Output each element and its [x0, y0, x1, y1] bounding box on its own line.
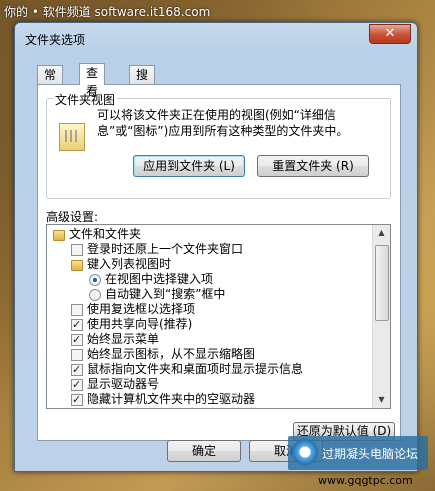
tree-item-label: 始终显示图标，从不显示缩略图 [87, 347, 256, 361]
tree-item[interactable]: 自动键入到“搜索”框中 [47, 287, 373, 302]
tab-general[interactable]: 常规 [37, 65, 64, 100]
dialog-title: 文件夹选项 [25, 33, 86, 47]
folder-icon [53, 230, 65, 241]
checkbox[interactable] [71, 392, 83, 407]
folder-view-group: 文件夹视图 可以将该文件夹正在使用的视图(例如“详细信息”或“图标”)应用到所有… [46, 91, 391, 199]
top-watermark: 你的 • 软件频道 software.it168.com [4, 5, 211, 19]
forum-url: www.gqgtpc.com [318, 474, 413, 487]
tree-item-label: 鼠标指向文件夹和桌面项时显示提示信息 [87, 362, 304, 376]
tree-item-label: 显示驱动器号 [87, 377, 160, 391]
advanced-settings-label: 高级设置: [46, 210, 99, 224]
tree-item[interactable]: 鼠标指向文件夹和桌面项时显示提示信息 [47, 362, 373, 377]
radio-button[interactable] [89, 289, 101, 301]
tree-item[interactable]: 登录时还原上一个文件夹窗口 [47, 242, 373, 257]
tree-item[interactable]: 始终显示菜单 [47, 332, 373, 347]
view-tab-panel: 文件夹视图 可以将该文件夹正在使用的视图(例如“详细信息”或“图标”)应用到所有… [37, 84, 401, 441]
checkbox[interactable] [71, 362, 83, 377]
checkbox[interactable] [71, 244, 83, 256]
checkbox[interactable] [71, 317, 83, 332]
tree-item: 文件和文件夹 [47, 227, 373, 242]
tree-item[interactable]: 隐藏计算机文件夹中的空驱动器 [47, 392, 373, 407]
tree-item-label: 使用共享向导(推荐) [87, 317, 193, 331]
forum-watermark: 过期凝头电脑论坛 [288, 436, 428, 470]
tree-item[interactable]: 使用复选框以选择项 [47, 302, 373, 317]
checkbox[interactable] [71, 377, 83, 392]
tree-item-label: 使用复选框以选择项 [87, 302, 196, 316]
scrollbar-thumb[interactable] [375, 245, 389, 321]
tree-item-label: 在视图中选择键入项 [105, 272, 214, 286]
folder-view-description: 可以将该文件夹正在使用的视图(例如“详细信息”或“图标”)应用到所有这种类型的文… [97, 108, 349, 138]
advanced-settings-list: 文件和文件夹 登录时还原上一个文件夹窗口 键入列表视图时 在视图中选择键入项 自动键入到… [47, 227, 373, 408]
ok-button[interactable]: 确定 [167, 440, 241, 462]
tree-item-label: 键入列表视图时 [87, 257, 172, 271]
forum-watermark-text: 过期凝头电脑论坛 [322, 447, 419, 461]
tree-item-label: 自动键入到“搜索”框中 [105, 287, 226, 301]
tab-view[interactable]: 查看 [79, 63, 106, 98]
scroll-down-icon[interactable]: ▼ [375, 393, 388, 407]
radio-button[interactable] [89, 274, 101, 286]
tree-item-label: 始终显示菜单 [87, 332, 160, 346]
reset-folders-button[interactable]: 重置文件夹 (R) [257, 155, 369, 177]
folder-options-dialog: 文件夹选项 ✕ 常规 查看 搜索 文件夹视图 可以将该文件夹正在使用的视图(例如… [14, 22, 418, 472]
close-button[interactable]: ✕ [369, 24, 411, 44]
checkbox[interactable] [71, 304, 83, 316]
tree-item-label: 登录时还原上一个文件夹窗口 [87, 242, 244, 256]
checkbox[interactable] [71, 349, 83, 361]
tab-search[interactable]: 搜索 [129, 65, 156, 100]
folder-view-icon [59, 123, 85, 151]
tree-item[interactable]: 在视图中选择键入项 [47, 272, 373, 287]
tree-item-label: 文件和文件夹 [69, 227, 142, 241]
folder-view-title: 文件夹视图 [53, 91, 118, 108]
tree-item[interactable]: 使用共享向导(推荐) [47, 317, 373, 332]
tree-item[interactable]: 隐藏受保护的操作系统文件(推荐) [47, 407, 373, 408]
tree-item[interactable]: 显示驱动器号 [47, 377, 373, 392]
scroll-up-icon[interactable]: ▲ [375, 226, 388, 240]
vertical-scrollbar[interactable]: ▲ ▼ [372, 225, 390, 408]
folder-icon [71, 260, 83, 271]
tree-item-label: 隐藏计算机文件夹中的空驱动器 [87, 392, 256, 406]
advanced-settings-tree: 文件和文件夹 登录时还原上一个文件夹窗口 键入列表视图时 在视图中选择键入项 自动键入到… [46, 224, 391, 409]
tree-item-label: 隐藏受保护的操作系统文件(推荐) [87, 407, 264, 408]
checkbox[interactable] [71, 332, 83, 347]
forum-logo-icon [292, 439, 318, 465]
apply-to-folders-button[interactable]: 应用到文件夹 (L) [133, 155, 245, 177]
tree-item: 键入列表视图时 [47, 257, 373, 272]
tree-item[interactable]: 始终显示图标，从不显示缩略图 [47, 347, 373, 362]
